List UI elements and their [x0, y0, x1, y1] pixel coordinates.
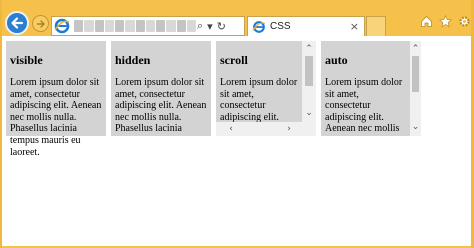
auto-viewport: auto Lorem ipsum dolor sit amet, consect… — [321, 41, 410, 136]
box-heading: scroll — [220, 53, 248, 67]
vertical-scrollbar[interactable]: ⌃ ⌄ — [302, 41, 316, 122]
chevron-left-icon[interactable]: ‹ — [224, 123, 238, 135]
ie-logo-icon — [54, 18, 70, 34]
box-text: Lorem ipsum dolor sit amet, consectetur … — [325, 77, 403, 136]
search-icon[interactable]: ⌕ — [197, 19, 203, 33]
box-heading: hidden — [115, 53, 151, 67]
horizontal-scrollbar[interactable]: ‹ › — [216, 122, 302, 136]
address-tools: ⌕ ▾ ↻ — [197, 18, 243, 34]
overflow-hidden-box: hidden Lorem ipsum dolor sit amet, conse… — [111, 41, 211, 136]
chevron-right-icon[interactable]: › — [282, 123, 296, 135]
address-url-obscured — [74, 20, 196, 32]
refresh-icon[interactable]: ↻ — [217, 20, 226, 33]
page-content: visible Lorem ipsum dolor sit amet, cons… — [2, 36, 471, 246]
overflow-scroll-box[interactable]: scroll Lorem ipsum dolor sit amet, conse… — [216, 41, 316, 136]
star-icon[interactable] — [438, 14, 453, 28]
box-heading: visible — [10, 53, 43, 67]
close-icon[interactable]: × — [350, 20, 359, 33]
home-icon[interactable] — [420, 15, 433, 28]
chevron-down-icon[interactable]: ⌄ — [410, 121, 421, 133]
chevron-up-icon[interactable]: ⌃ — [410, 43, 421, 55]
chevron-down-icon[interactable]: ⌄ — [302, 107, 316, 119]
back-arrow-icon — [11, 17, 24, 29]
overflow-visible-box: visible Lorem ipsum dolor sit amet, cons… — [6, 41, 106, 158]
toolbar-icons — [420, 14, 471, 28]
ie-logo-icon — [252, 20, 266, 33]
gear-icon[interactable] — [458, 15, 471, 28]
vertical-scrollbar[interactable]: ⌃ ⌄ — [410, 41, 421, 136]
scrollbar-corner — [302, 122, 316, 136]
box-text: Lorem ipsum dolor sit amet, consectetur … — [115, 77, 207, 136]
forward-button[interactable] — [32, 15, 49, 32]
new-tab-button[interactable] — [366, 16, 386, 36]
forward-arrow-icon — [36, 19, 45, 28]
chevron-up-icon[interactable]: ⌃ — [302, 43, 316, 55]
chevron-down-icon[interactable]: ▾ — [207, 20, 213, 33]
box-heading: auto — [325, 53, 348, 67]
overflow-auto-box[interactable]: auto Lorem ipsum dolor sit amet, consect… — [321, 41, 421, 136]
back-button[interactable] — [5, 11, 29, 35]
tab-title: CSS — [270, 21, 291, 32]
box-text: Lorem ipsum dolor sit amet, consectetur … — [220, 77, 298, 122]
tab-css[interactable]: CSS × — [247, 16, 365, 36]
scroll-viewport: scroll Lorem ipsum dolor sit amet, conse… — [216, 41, 302, 122]
box-text: Lorem ipsum dolor sit amet, consectetur … — [10, 77, 102, 158]
scrollbar-thumb[interactable] — [305, 56, 313, 86]
scrollbar-thumb[interactable] — [412, 56, 419, 92]
